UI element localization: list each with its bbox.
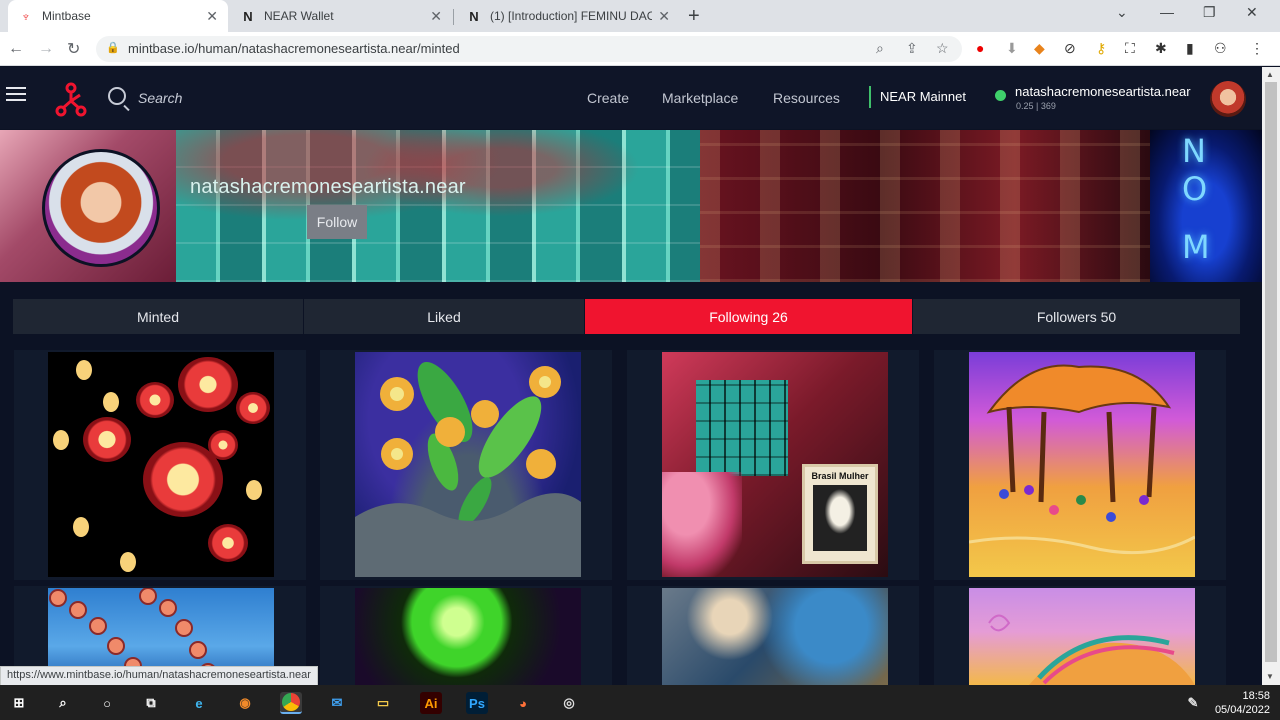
opera-extension-icon[interactable]: ● xyxy=(976,40,984,56)
banner-letter: O xyxy=(1182,170,1208,208)
scrollbar-thumb[interactable] xyxy=(1265,82,1277,662)
profile-extension-icon[interactable]: ⚇ xyxy=(1214,40,1227,57)
nft-image[interactable] xyxy=(969,352,1195,577)
edge-icon[interactable]: e xyxy=(188,692,210,714)
mintbase-logo-icon[interactable] xyxy=(54,81,88,119)
nft-image[interactable] xyxy=(355,352,581,577)
windows-start-icon[interactable]: ⊞ xyxy=(8,692,30,714)
profile-name: natashacremoneseartista.near xyxy=(190,176,466,198)
new-tab-icon[interactable]: + xyxy=(688,5,700,28)
zoom-icon[interactable]: ⌕ xyxy=(876,40,884,57)
back-icon[interactable]: ← xyxy=(8,40,24,58)
near-favicon: N xyxy=(469,8,479,24)
screenshot-extension-icon[interactable]: ⛶ xyxy=(1125,40,1135,57)
near-favicon: N xyxy=(243,8,253,24)
photoshop-icon[interactable]: Ps xyxy=(466,692,488,714)
cortana-icon[interactable]: ○ xyxy=(96,692,118,714)
omnibox[interactable]: 🔒 mintbase.io/human/natashacremonesearti… xyxy=(96,36,962,62)
share-icon[interactable]: ⇪ xyxy=(906,40,918,57)
hamburger-menu-icon[interactable] xyxy=(6,87,26,105)
lock-icon: 🔒 xyxy=(106,42,120,54)
nav-create[interactable]: Create xyxy=(587,90,629,106)
clock-date: 05/04/2022 xyxy=(1214,704,1270,716)
close-window-icon[interactable]: ✕ xyxy=(1246,4,1258,21)
browser-menu-icon[interactable]: ⋮ xyxy=(1250,40,1264,57)
illustrator-icon[interactable]: Ai xyxy=(420,692,442,714)
url-text[interactable]: mintbase.io/human/natashacremoneseartist… xyxy=(128,41,460,56)
tab-near-wallet[interactable]: N NEAR Wallet ✕ xyxy=(230,0,452,32)
banner-letter: M xyxy=(1182,228,1210,266)
clock-time: 18:58 xyxy=(1242,690,1270,702)
restore-icon[interactable]: ❐ xyxy=(1203,4,1216,21)
account-name[interactable]: natashacremoneseartista.near xyxy=(1015,84,1191,99)
minimize-icon[interactable]: — xyxy=(1160,4,1174,20)
extensions-puzzle-icon[interactable]: ✱ xyxy=(1155,40,1167,57)
reload-icon[interactable]: ↻ xyxy=(67,39,80,59)
search-icon[interactable] xyxy=(108,87,126,105)
link-status-tooltip: https://www.mintbase.io/human/natashacre… xyxy=(0,666,318,686)
nav-resources[interactable]: Resources xyxy=(773,90,840,106)
collage-figure xyxy=(662,472,742,577)
scroll-up-icon[interactable]: ▲ xyxy=(1266,70,1274,79)
network-selector[interactable]: NEAR Mainnet xyxy=(880,89,966,104)
online-status-dot xyxy=(995,90,1006,101)
tab-label: Mintbase xyxy=(42,9,91,23)
tab-minted[interactable]: Minted xyxy=(13,299,303,334)
mintbase-favicon: ♆ xyxy=(21,8,31,24)
task-view-icon[interactable]: ⧉ xyxy=(140,692,162,714)
nav-marketplace[interactable]: Marketplace xyxy=(662,90,738,106)
side-panel-icon[interactable]: ▮ xyxy=(1186,40,1194,57)
tab-liked[interactable]: Liked xyxy=(304,299,584,334)
tab-label: NEAR Wallet xyxy=(264,9,334,23)
banner-windows-overlay xyxy=(700,130,1150,282)
firefox-icon[interactable]: ◕ xyxy=(512,692,534,714)
collage-grid-lines xyxy=(696,380,788,476)
nft-image[interactable] xyxy=(355,588,581,685)
taskbar-clock[interactable]: 18:58 05/04/2022 xyxy=(1215,689,1270,717)
follow-button[interactable]: Follow xyxy=(307,205,367,239)
close-tab-icon[interactable]: ✕ xyxy=(430,8,442,25)
banner-letter: N xyxy=(1182,132,1206,170)
site-header: Search Create Marketplace Resources NEAR… xyxy=(0,67,1262,129)
nft-image[interactable] xyxy=(48,352,274,577)
tab-followers[interactable]: Followers 50 xyxy=(913,299,1240,334)
poster-image xyxy=(813,485,867,551)
header-avatar[interactable] xyxy=(1210,81,1246,117)
key-extension-icon[interactable]: ⚷ xyxy=(1096,40,1106,57)
metamask-extension-icon[interactable]: ◆ xyxy=(1034,40,1045,57)
extension-icon[interactable]: ⊘ xyxy=(1064,40,1076,57)
scroll-down-icon[interactable]: ▼ xyxy=(1266,672,1274,681)
tab-feminu-dao[interactable]: N (1) [Introduction] FEMINU DAO - ✕ xyxy=(456,0,680,32)
chrome-icon[interactable] xyxy=(280,692,302,714)
forward-icon[interactable]: → xyxy=(38,40,54,58)
file-explorer-icon[interactable]: ▭ xyxy=(372,692,394,714)
profile-avatar xyxy=(42,149,160,267)
banner-figures-overlay xyxy=(176,130,700,282)
tab-following[interactable]: Following 26 xyxy=(585,299,912,334)
tab-search-icon[interactable]: ⌄ xyxy=(1116,4,1128,21)
network-divider xyxy=(869,86,871,108)
pen-tray-icon[interactable]: ✎ xyxy=(1182,692,1204,714)
poster-title: Brasil Mulher xyxy=(811,471,869,481)
obs-icon[interactable]: ◎ xyxy=(558,692,580,714)
profile-banner: N O M xyxy=(0,130,1262,282)
bookmark-star-icon[interactable]: ☆ xyxy=(936,40,949,57)
tab-label: (1) [Introduction] FEMINU DAO - xyxy=(490,9,653,23)
nft-image[interactable]: Brasil Mulher xyxy=(662,352,888,577)
search-input[interactable]: Search xyxy=(138,90,182,106)
close-tab-icon[interactable]: ✕ xyxy=(206,8,218,25)
blender-icon[interactable]: ◉ xyxy=(234,692,256,714)
tab-divider xyxy=(453,9,454,25)
download-extension-icon[interactable]: ⬇ xyxy=(1006,40,1018,57)
poster-frame: Brasil Mulher xyxy=(802,464,878,564)
taskbar-search-icon[interactable]: ⌕ xyxy=(52,692,74,714)
nft-image[interactable] xyxy=(969,588,1195,685)
nft-image[interactable] xyxy=(662,588,888,685)
mail-icon[interactable]: ✉ xyxy=(326,692,348,714)
account-balance: 0.25 | 369 xyxy=(1016,101,1056,111)
tab-mintbase[interactable]: ♆ Mintbase ✕ xyxy=(8,0,228,32)
close-tab-icon[interactable]: ✕ xyxy=(658,8,670,25)
